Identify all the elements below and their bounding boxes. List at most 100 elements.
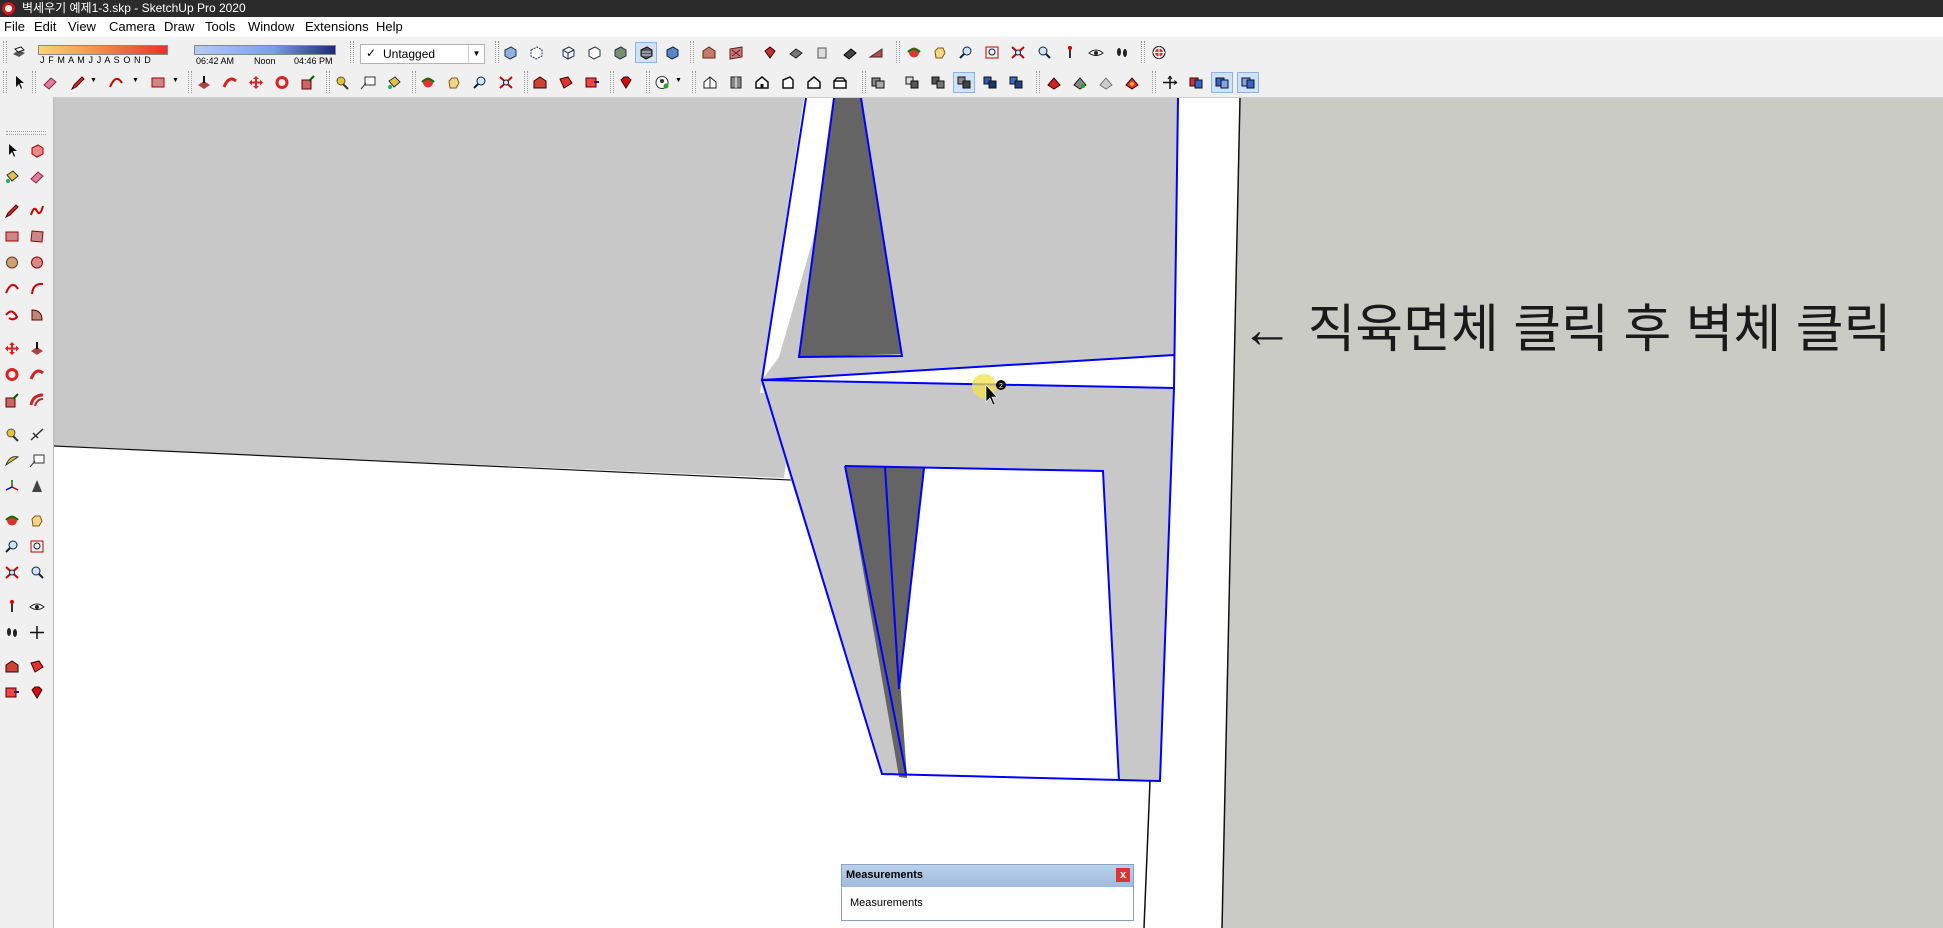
menu-camera[interactable]: Camera xyxy=(107,17,157,37)
push-pull-tool-button[interactable] xyxy=(194,73,214,92)
push-pull-tool-left[interactable] xyxy=(27,339,47,358)
tag-select[interactable]: ✓ Untagged ▼ xyxy=(360,44,485,64)
menu-draw[interactable]: Draw xyxy=(162,17,196,37)
chevron-down-icon[interactable]: ▼ xyxy=(172,77,179,84)
solid-tools-button-1[interactable] xyxy=(1186,73,1206,92)
sandbox-button-4[interactable] xyxy=(1122,73,1142,92)
toolbar-grip[interactable] xyxy=(692,71,696,93)
eraser-tool-button[interactable] xyxy=(40,73,60,92)
axes-button[interactable] xyxy=(1160,73,1180,92)
measurements-panel[interactable]: Measurements x Measurements xyxy=(841,864,1134,921)
section-plane-button[interactable] xyxy=(868,73,888,92)
follow-me-tool-left[interactable] xyxy=(27,365,47,384)
polygon-tool-left[interactable] xyxy=(27,253,47,272)
chevron-down-icon[interactable]: ▼ xyxy=(675,77,682,84)
pan-button[interactable] xyxy=(930,43,950,62)
extension-warehouse-button[interactable] xyxy=(556,73,576,92)
circle-tool-left[interactable] xyxy=(2,253,22,272)
top-view-button[interactable] xyxy=(726,73,746,92)
orbit-button-2[interactable] xyxy=(418,73,438,92)
measurements-header[interactable]: Measurements x xyxy=(842,865,1133,887)
text-tool-button[interactable] xyxy=(358,73,378,92)
menu-view[interactable]: View xyxy=(66,17,98,37)
freehand-tool-left[interactable] xyxy=(27,201,47,220)
text-tool-left[interactable] xyxy=(27,451,47,470)
tape-measure-button[interactable] xyxy=(332,73,352,92)
dimension-tool-left[interactable] xyxy=(27,425,47,444)
arc-tool-button[interactable] xyxy=(106,73,126,92)
previous-view-button[interactable] xyxy=(1034,43,1054,62)
display-section-planes-button[interactable] xyxy=(902,73,922,92)
wireframe-button[interactable] xyxy=(558,43,578,62)
orbit-button[interactable] xyxy=(904,43,924,62)
axes-tool-left[interactable] xyxy=(2,477,22,496)
geo-location-button[interactable] xyxy=(1149,43,1169,62)
menu-file[interactable]: File xyxy=(2,17,27,37)
walk-tool-left[interactable] xyxy=(2,623,22,642)
scale-tool-button[interactable] xyxy=(298,73,318,92)
warehouse-left[interactable] xyxy=(2,657,22,676)
outliner-button[interactable] xyxy=(760,43,780,62)
toolbar-grip[interactable] xyxy=(188,71,192,93)
toolbar-grip[interactable] xyxy=(1036,71,1040,93)
zoom-window-button[interactable] xyxy=(982,43,1002,62)
menu-window[interactable]: Window xyxy=(246,17,296,37)
sandbox-button-2[interactable] xyxy=(1070,73,1090,92)
make-component-button[interactable] xyxy=(27,141,47,160)
left-view-button[interactable] xyxy=(830,73,850,92)
move-tool-button[interactable] xyxy=(246,73,266,92)
scenes-button[interactable] xyxy=(866,43,886,62)
3d-text-tool-left[interactable] xyxy=(27,477,47,496)
components-button[interactable] xyxy=(786,43,806,62)
rotate-tool-left[interactable] xyxy=(2,365,22,384)
back-view-button[interactable] xyxy=(804,73,824,92)
follow-me-tool-button[interactable] xyxy=(220,73,240,92)
solid-tools-button-3[interactable] xyxy=(1237,72,1259,93)
toolbar-grip[interactable] xyxy=(862,71,866,93)
display-section-fill-button[interactable] xyxy=(953,72,975,93)
extension-warehouse-left[interactable] xyxy=(27,657,47,676)
position-camera-left[interactable] xyxy=(2,597,22,616)
three-point-arc-tool-left[interactable] xyxy=(2,305,22,324)
rotated-rectangle-tool-left[interactable] xyxy=(27,227,47,246)
orbit-tool-left[interactable] xyxy=(2,511,22,530)
scale-tool-left[interactable] xyxy=(2,391,22,410)
warehouse-button-2[interactable] xyxy=(530,73,550,92)
component-attributes-button[interactable] xyxy=(1006,73,1026,92)
menu-edit[interactable]: Edit xyxy=(32,17,58,37)
zoom-button-2[interactable] xyxy=(470,73,490,92)
zoom-extents-left[interactable] xyxy=(2,563,22,582)
paint-bucket-button[interactable] xyxy=(384,73,404,92)
chevron-down-icon[interactable]: ▼ xyxy=(90,77,97,84)
time-gradient-bar[interactable] xyxy=(194,45,336,55)
toolbar-grip[interactable] xyxy=(32,71,36,93)
toolbar-grip[interactable] xyxy=(3,71,7,93)
toolbar-grip[interactable] xyxy=(524,71,528,93)
paint-bucket-button-left[interactable] xyxy=(2,167,22,186)
previous-view-left[interactable] xyxy=(27,563,47,582)
walk-button[interactable] xyxy=(1112,43,1132,62)
menu-tools[interactable]: Tools xyxy=(203,17,237,37)
toolbar-grip[interactable] xyxy=(3,41,7,63)
toolbar-grip[interactable] xyxy=(350,41,354,63)
line-tool-left[interactable] xyxy=(2,201,22,220)
chevron-down-icon[interactable]: ▼ xyxy=(132,77,139,84)
ruby-console-button[interactable] xyxy=(616,73,636,92)
component-options-button[interactable] xyxy=(980,73,1000,92)
toolbar-grip[interactable] xyxy=(646,71,650,93)
model-scene[interactable]: 2 xyxy=(54,98,1943,928)
select-tool-button[interactable] xyxy=(9,73,29,92)
user-account-button[interactable] xyxy=(652,73,672,92)
section-plane-left[interactable] xyxy=(27,623,47,642)
hidden-line-button[interactable] xyxy=(584,43,604,62)
zoom-window-left[interactable] xyxy=(27,537,47,556)
sandbox-button-3[interactable] xyxy=(1096,73,1116,92)
look-around-left[interactable] xyxy=(27,597,47,616)
shaded-button[interactable] xyxy=(610,43,630,62)
look-around-button[interactable] xyxy=(1086,43,1106,62)
rectangle-tool-button[interactable] xyxy=(148,73,168,92)
move-tool-left[interactable] xyxy=(2,339,22,358)
toolbar-grip[interactable] xyxy=(495,41,499,63)
toolbar-grip[interactable] xyxy=(610,71,614,93)
right-view-button[interactable] xyxy=(778,73,798,92)
